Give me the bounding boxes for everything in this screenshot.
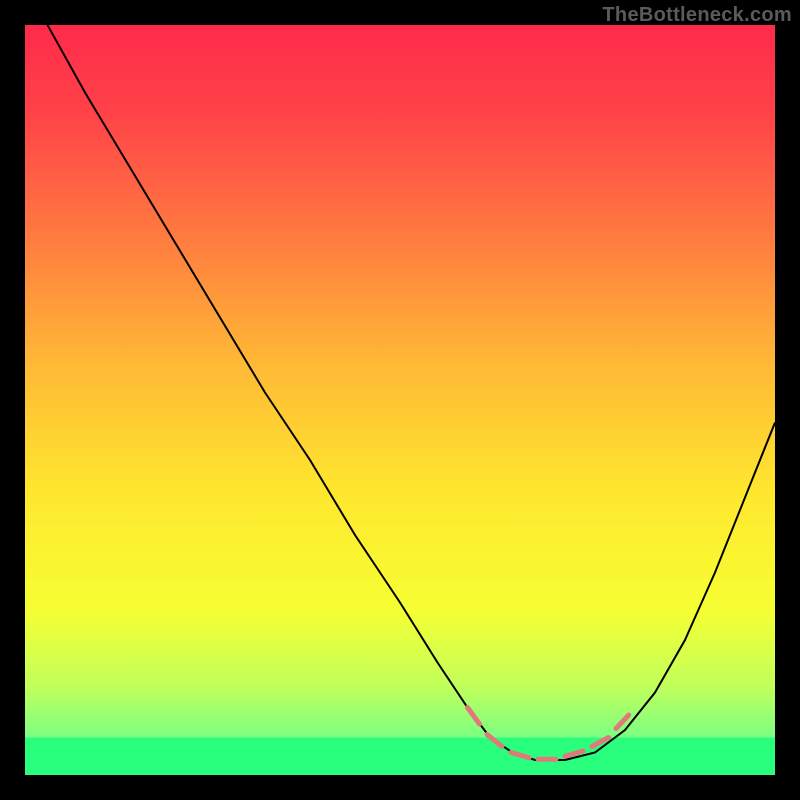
watermark-text: TheBottleneck.com bbox=[602, 4, 792, 27]
optimal-band bbox=[25, 738, 775, 776]
heat-gradient-background bbox=[25, 25, 775, 775]
bottleneck-chart bbox=[25, 25, 775, 775]
chart-container bbox=[25, 25, 775, 775]
